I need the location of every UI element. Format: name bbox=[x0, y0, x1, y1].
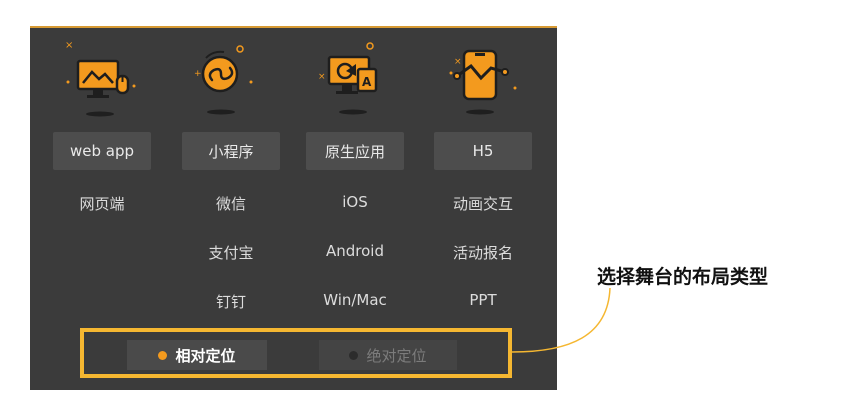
platform-sub-item: Android bbox=[326, 242, 384, 260]
annotation-connector bbox=[511, 287, 611, 353]
platform-sub-item: 动画交互 bbox=[452, 195, 513, 213]
layout-toggle-highlight bbox=[80, 328, 512, 378]
platform-mini-program-button[interactable]: 小程序 bbox=[182, 132, 280, 170]
native-app-desktop-icon: × A bbox=[312, 36, 394, 118]
annotation-label: 选择舞台的布局类型 bbox=[597, 266, 769, 288]
platform-sub-item: 网页端 bbox=[79, 195, 125, 213]
platform-sub-item: Win/Mac bbox=[323, 291, 387, 309]
platform-h5-button[interactable]: H5 bbox=[434, 132, 532, 170]
svg-text:A: A bbox=[362, 75, 372, 89]
svg-text:+: + bbox=[194, 69, 202, 79]
platform-sub-item: 钉钉 bbox=[215, 293, 246, 311]
platform-sub-item: iOS bbox=[342, 193, 368, 211]
platform-sub-item: 微信 bbox=[215, 195, 246, 213]
svg-text:×: × bbox=[454, 57, 462, 67]
svg-text:×: × bbox=[65, 40, 73, 51]
platform-native-app-button[interactable]: 原生应用 bbox=[306, 132, 404, 170]
platform-web-app-button[interactable]: web app bbox=[53, 132, 151, 170]
h5-phone-chart-icon: × bbox=[439, 36, 521, 118]
mini-program-link-icon: + bbox=[180, 36, 262, 118]
svg-text:×: × bbox=[318, 72, 326, 82]
platform-sub-item: 支付宝 bbox=[208, 244, 254, 262]
platform-sub-item: 活动报名 bbox=[452, 244, 513, 262]
web-app-monitor-icon: × bbox=[59, 38, 141, 120]
